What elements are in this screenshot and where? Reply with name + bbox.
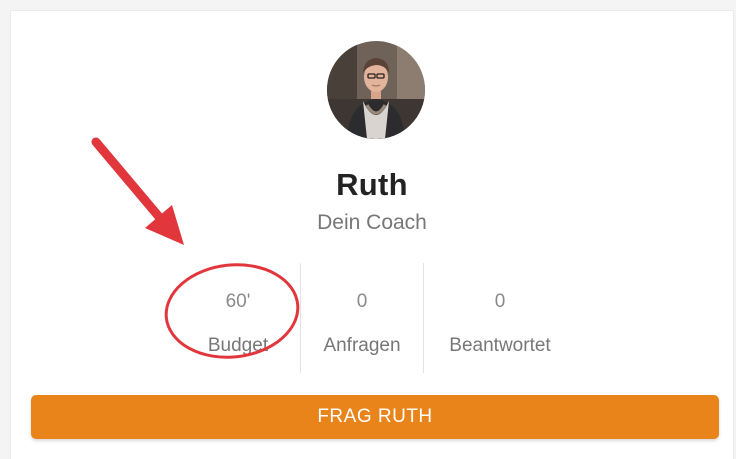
beantwortet-value: 0 — [494, 291, 506, 312]
ask-coach-button[interactable]: FRAG RUTH — [31, 395, 719, 439]
beantwortet-label: Beantwortet — [449, 335, 551, 356]
coach-name: Ruth — [336, 167, 408, 202]
page: Ruth Dein Coach 60' Budget 0 Anfragen 0 … — [0, 0, 736, 459]
budget-label: Budget — [207, 335, 269, 356]
stats-row: 60' Budget 0 Anfragen 0 Beantwortet — [176, 263, 576, 373]
stat-budget: 60' Budget — [176, 263, 300, 373]
coach-role: Dein Coach — [317, 211, 427, 234]
coach-avatar — [327, 41, 425, 139]
budget-value: 60' — [225, 291, 251, 312]
stat-beantwortet: 0 Beantwortet — [424, 263, 576, 373]
stat-anfragen: 0 Anfragen — [301, 263, 423, 373]
anfragen-label: Anfragen — [323, 335, 401, 356]
coach-photo — [327, 41, 425, 139]
coach-card: Ruth Dein Coach 60' Budget 0 Anfragen 0 … — [10, 10, 734, 459]
anfragen-value: 0 — [356, 291, 368, 312]
